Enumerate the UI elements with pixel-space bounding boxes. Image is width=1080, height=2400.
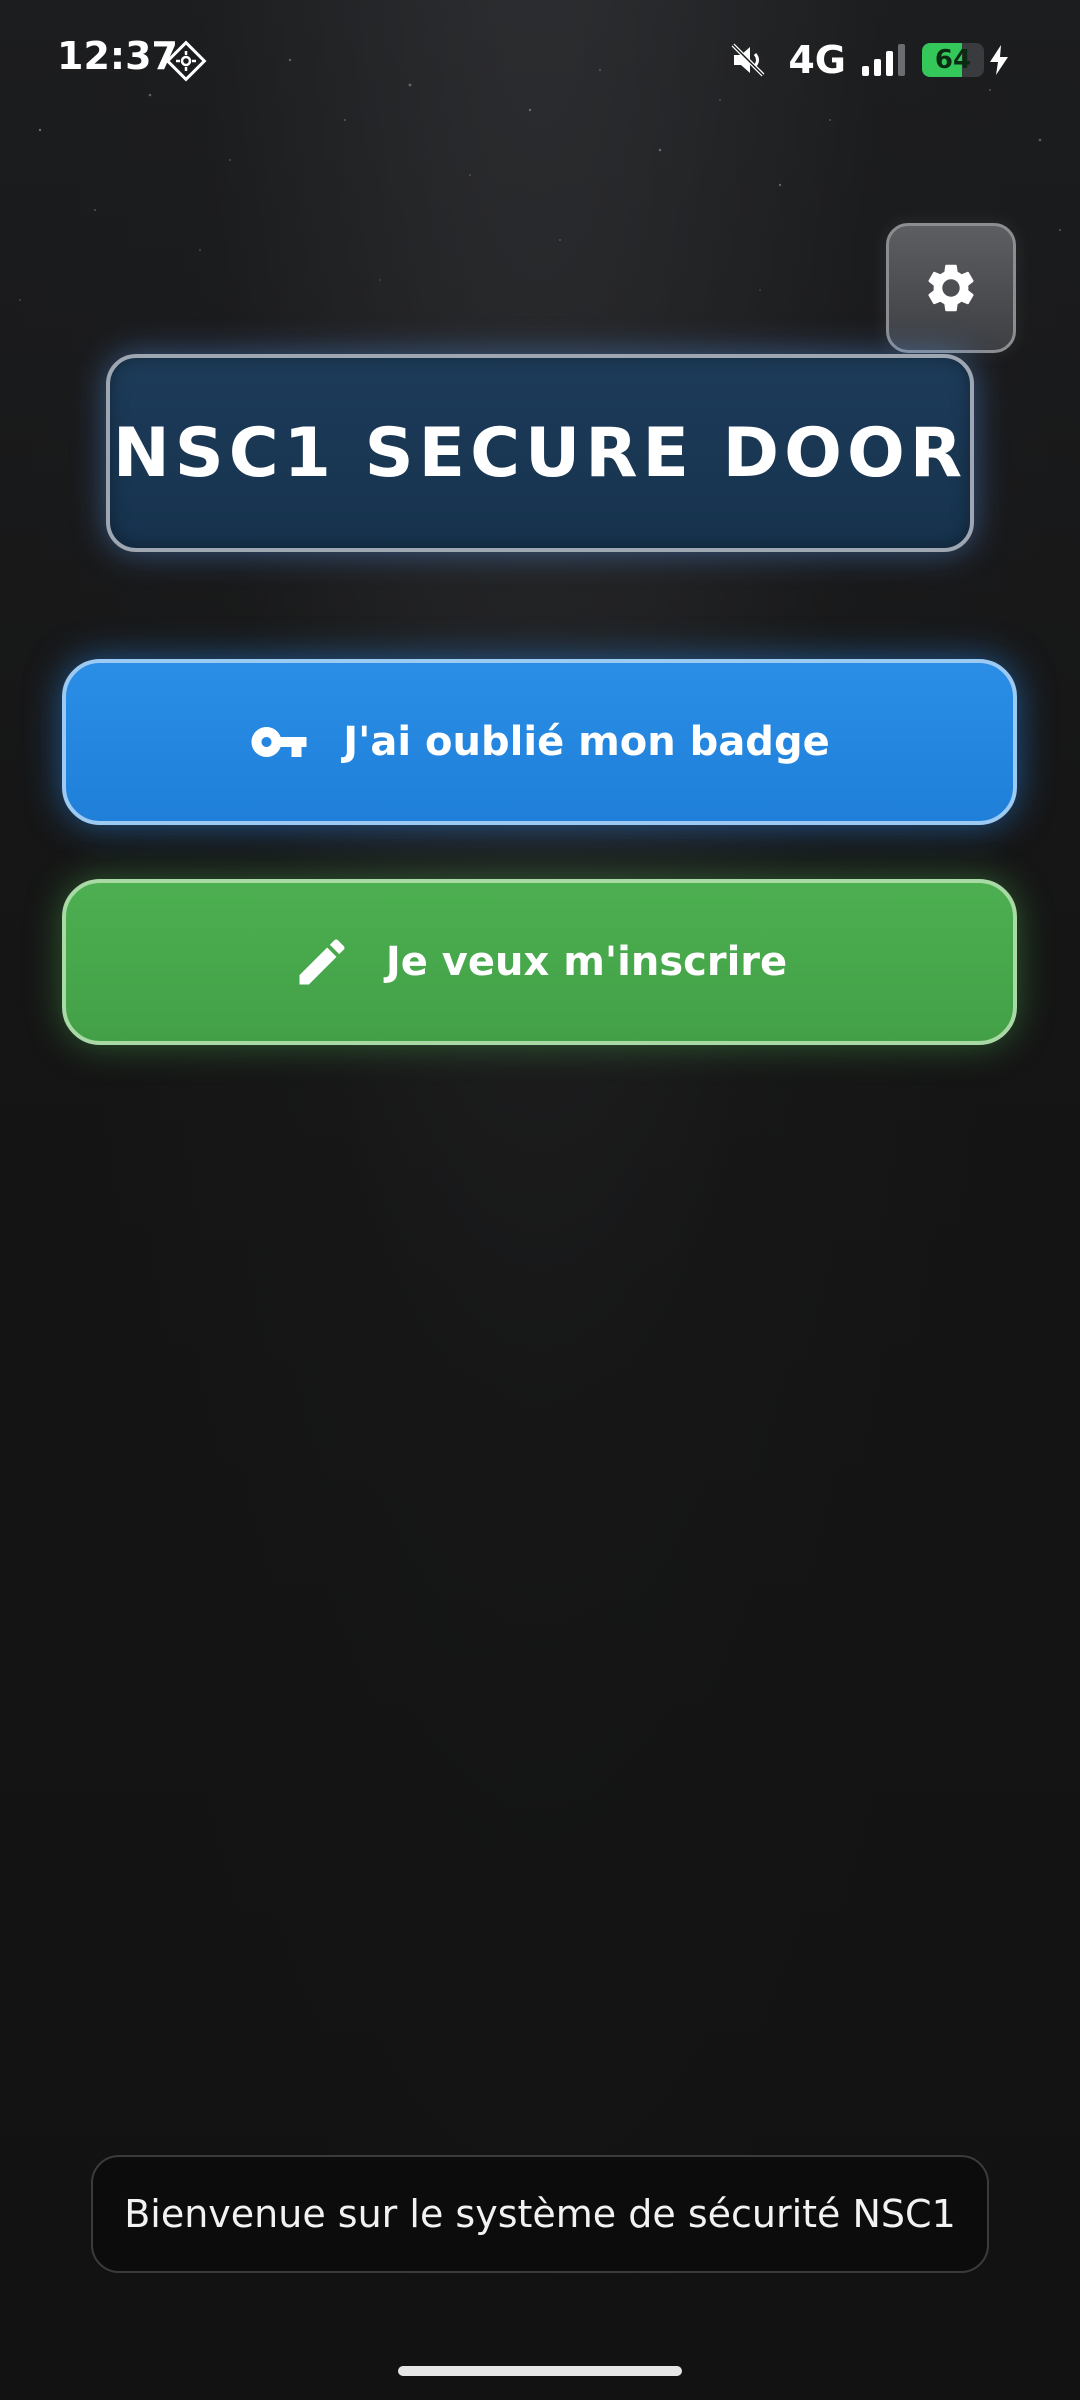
register-label: Je veux m'inscrire [385, 939, 788, 985]
mute-icon [731, 43, 765, 77]
network-type: 4G [788, 38, 846, 82]
app-title-card: NSC1 SECURE DOOR [106, 354, 974, 552]
gear-icon [928, 264, 974, 312]
status-time: 12:37 [57, 34, 178, 78]
settings-button[interactable] [886, 223, 1016, 353]
pencil-icon [299, 939, 345, 985]
status-bar: 12:37 4G 64 [0, 0, 1080, 118]
signal-icon [862, 44, 905, 76]
charging-bolt-icon [990, 45, 1008, 75]
welcome-message: Bienvenue sur le système de sécurité NSC… [124, 2192, 956, 2236]
app-notification-icon [165, 40, 207, 82]
forgot-badge-button[interactable]: J'ai oublié mon badge [62, 659, 1017, 825]
battery-level: 64 [934, 45, 972, 75]
app-title: NSC1 SECURE DOOR [112, 413, 968, 493]
battery-indicator: 64 [922, 43, 984, 77]
status-indicators: 4G 64 [728, 36, 1010, 84]
welcome-message-box: Bienvenue sur le système de sécurité NSC… [91, 2155, 989, 2273]
key-icon [251, 727, 307, 757]
register-button[interactable]: Je veux m'inscrire [62, 879, 1017, 1045]
forgot-badge-label: J'ai oublié mon badge [343, 719, 830, 765]
home-indicator[interactable] [398, 2366, 682, 2376]
